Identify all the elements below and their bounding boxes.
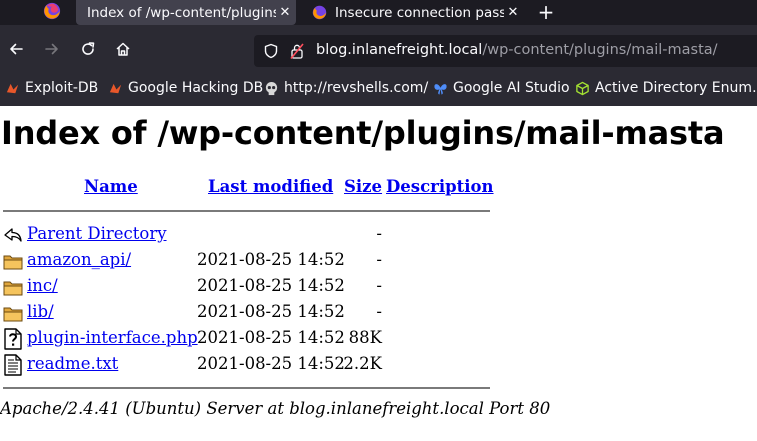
file-link[interactable]: readme.txt <box>27 354 118 373</box>
bookmark-label: Google AI Studio <box>453 80 570 96</box>
exploit-db-icon <box>6 83 19 93</box>
home-icon[interactable] <box>115 41 131 57</box>
bookmark-revshells[interactable]: http://revshells.com/ <box>264 80 428 96</box>
skull-icon <box>265 81 278 95</box>
file-size: - <box>376 250 382 269</box>
last-modified: 2021-08-25 14:52 <box>197 328 345 347</box>
sort-by-name-link[interactable]: Name <box>84 177 138 196</box>
sort-by-size-link[interactable]: Size <box>344 177 382 196</box>
folder-icon <box>3 307 23 322</box>
ai-studio-icon <box>434 83 447 94</box>
table-divider-bottom <box>3 387 490 389</box>
bookmark-label: http://revshells.com/ <box>284 80 429 96</box>
bookmark-google-ai-studio[interactable]: Google AI Studio <box>433 80 570 96</box>
bookmarks-toolbar: Exploit-DB Google Hacking DB http://revs… <box>0 72 757 106</box>
bookmark-label: Active Directory Enum… <box>595 80 757 96</box>
insecure-lock-icon[interactable] <box>290 43 304 59</box>
bookmark-exploit-db[interactable]: Exploit-DB <box>5 80 98 96</box>
last-modified: 2021-08-25 14:52 <box>197 302 345 321</box>
file-size: 88K <box>348 328 382 347</box>
sort-by-last-modified-link[interactable]: Last modified <box>208 177 333 196</box>
forward-arrow-icon[interactable] <box>44 41 60 57</box>
firefox-site-icon <box>312 5 327 20</box>
file-link[interactable]: inc/ <box>27 276 58 295</box>
page-content: Index of /wp-content/plugins/mail-masta … <box>0 106 757 441</box>
tab-bar: Index of /wp-content/plugins/mail-masta … <box>0 0 757 25</box>
reload-icon[interactable] <box>80 41 96 57</box>
server-signature: Apache/2.4.41 (Ubuntu) Server at blog.in… <box>0 399 551 418</box>
last-modified: 2021-08-25 14:52 <box>197 276 345 295</box>
page-title: Index of /wp-content/plugins/mail-masta <box>1 114 725 152</box>
google-hacking-db-icon <box>109 83 122 93</box>
cube-icon <box>576 81 589 95</box>
table-row: plugin-interface.php 2021-08-25 14:52 88… <box>0 326 520 352</box>
table-row: amazon_api/ 2021-08-25 14:52 - <box>0 248 520 274</box>
tracking-protection-shield-icon[interactable] <box>263 43 279 59</box>
bookmark-label: Google Hacking DB <box>128 80 264 96</box>
close-tab-icon[interactable]: ✕ <box>276 5 294 20</box>
bookmark-label: Exploit-DB <box>25 80 99 96</box>
table-row: readme.txt 2021-08-25 14:52 2.2K <box>0 352 520 378</box>
folder-icon <box>3 281 23 296</box>
close-tab-icon[interactable]: ✕ <box>504 5 522 20</box>
back-arrow-icon[interactable] <box>8 41 24 57</box>
url-path: /wp-content/plugins/mail-masta/ <box>482 42 718 58</box>
url-host: blog.inlanefreight.local <box>316 42 483 58</box>
file-size: - <box>376 276 382 295</box>
file-link[interactable]: Parent Directory <box>27 224 167 243</box>
table-row: lib/ 2021-08-25 14:52 - <box>0 300 520 326</box>
bookmark-google-hacking-db[interactable]: Google Hacking DB <box>108 80 263 96</box>
file-link[interactable]: amazon_api/ <box>27 250 131 269</box>
navigation-toolbar: blog.inlanefreight.local/wp-content/plug… <box>0 25 757 72</box>
bookmark-active-directory-enum[interactable]: Active Directory Enum… <box>575 80 757 96</box>
address-bar[interactable]: blog.inlanefreight.local/wp-content/plug… <box>254 35 757 67</box>
tab-insecure-connection[interactable]: Insecure connection password warning ✕ <box>304 0 524 25</box>
tab-index-mail-masta[interactable]: Index of /wp-content/plugins/mail-masta … <box>76 0 296 25</box>
new-tab-button[interactable]: + <box>536 0 556 25</box>
last-modified: 2021-08-25 14:52 <box>197 354 345 373</box>
tab-title: Insecure connection password warning <box>335 4 504 21</box>
text-file-icon <box>4 354 22 376</box>
url-text[interactable]: blog.inlanefreight.local/wp-content/plug… <box>316 42 718 58</box>
table-divider-top <box>3 210 490 212</box>
firefox-menu-icon[interactable] <box>43 2 61 20</box>
last-modified: 2021-08-25 14:52 <box>197 250 345 269</box>
sort-by-description-link[interactable]: Description <box>386 177 494 196</box>
file-size: - <box>376 224 382 243</box>
file-size: - <box>376 302 382 321</box>
back-icon <box>4 228 22 242</box>
table-row: Parent Directory - <box>0 222 520 248</box>
file-size: 2.2K <box>343 354 382 373</box>
file-link[interactable]: lib/ <box>27 302 54 321</box>
table-row: inc/ 2021-08-25 14:52 - <box>0 274 520 300</box>
tab-title: Index of /wp-content/plugins/mail-masta <box>87 4 276 21</box>
file-link[interactable]: plugin-interface.php <box>27 328 198 347</box>
unknown-file-icon <box>4 328 22 350</box>
folder-icon <box>3 255 23 270</box>
